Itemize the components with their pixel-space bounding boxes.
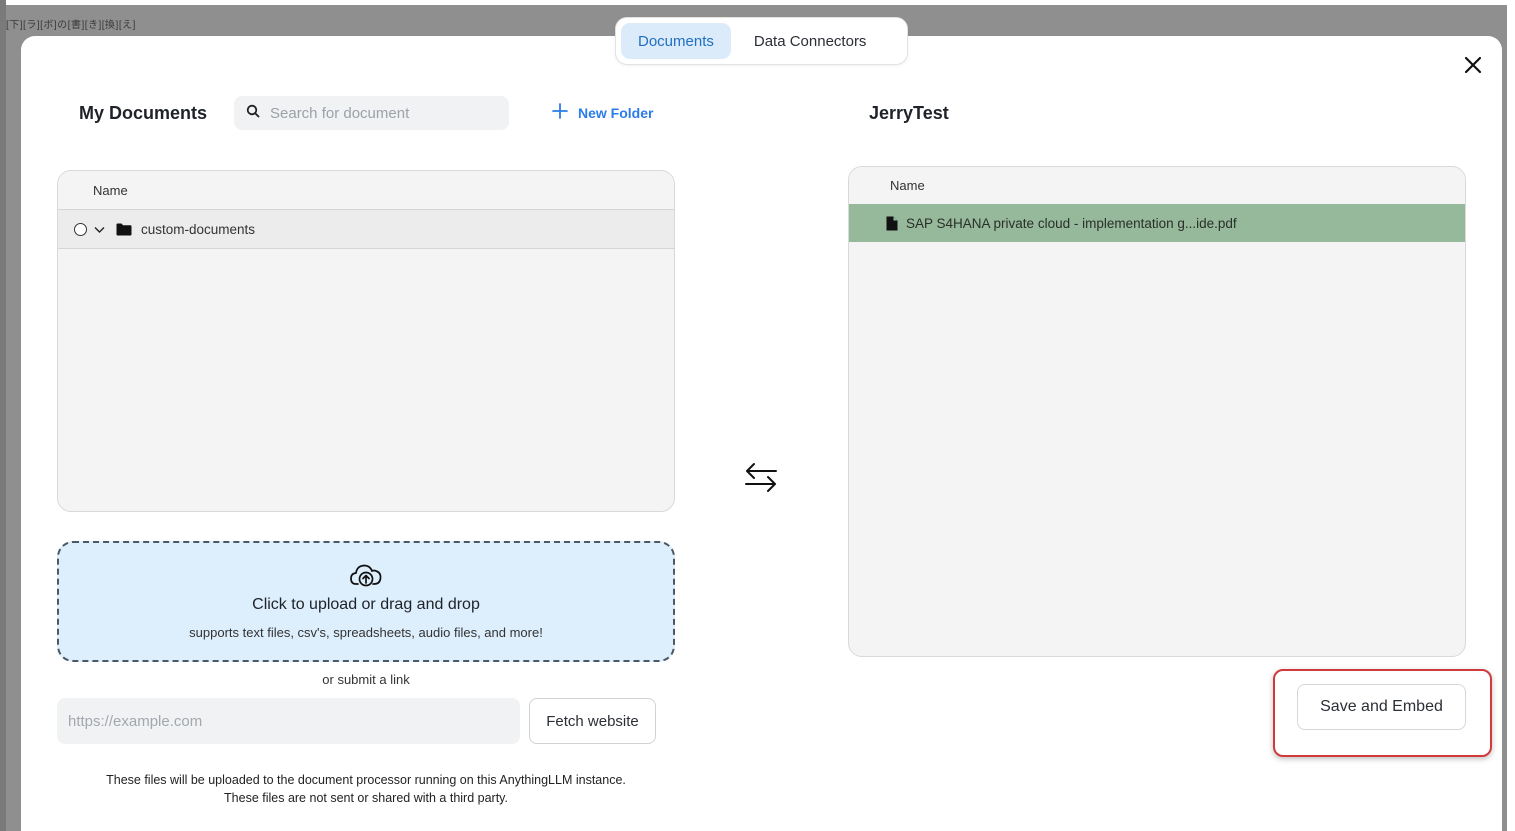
file-name: SAP S4HANA private cloud - implementatio… [906,215,1237,231]
save-and-embed-button[interactable]: Save and Embed [1297,684,1466,730]
name-column-header: Name [58,171,674,209]
swap-arrows-icon[interactable] [742,458,780,496]
file-icon [886,216,898,231]
backdrop-text: [下][ラ][ボ]の[書][き][換][え] [6,20,136,31]
workspace-documents-panel: Name SAP S4HANA private cloud - implemen… [848,166,1466,657]
my-documents-panel: Name custom-documents [57,170,675,512]
or-submit-link-label: or submit a link [322,672,410,687]
upload-title: Click to upload or drag and drop [252,596,480,613]
backdrop-right-edge [1507,0,1515,831]
upload-dropzone[interactable]: Click to upload or drag and drop support… [57,541,675,662]
backdrop-edge [0,0,6,831]
tab-data-connectors[interactable]: Data Connectors [737,23,884,59]
name-column-header: Name [849,167,1465,204]
folder-name: custom-documents [141,221,256,237]
upload-subtitle: supports text files, csv's, spreadsheets… [189,625,543,640]
footnote-line-1: These files will be uploaded to the docu… [106,773,626,787]
footnote-line-2: These files are not sent or shared with … [224,791,508,805]
tab-bar: Documents Data Connectors [615,17,908,65]
folder-icon [116,223,132,236]
search-input[interactable] [270,104,490,122]
close-icon[interactable] [1462,54,1484,76]
url-input[interactable] [57,698,520,744]
search-box[interactable] [234,96,509,130]
search-icon [246,104,260,123]
tab-documents[interactable]: Documents [621,23,731,59]
chevron-down-icon[interactable] [93,223,106,236]
new-folder-button[interactable]: New Folder [551,102,653,123]
new-folder-label: New Folder [578,104,654,121]
upload-footnote: These files will be uploaded to the docu… [57,771,675,807]
folder-row[interactable]: custom-documents [58,209,674,249]
file-row[interactable]: SAP S4HANA private cloud - implementatio… [849,204,1465,242]
plus-icon [551,102,569,123]
cloud-upload-icon [349,562,383,588]
workspace-title: JerryTest [869,103,949,123]
fetch-website-button[interactable]: Fetch website [529,698,656,744]
my-documents-title: My Documents [79,103,208,123]
backdrop-strip [0,0,1515,5]
folder-checkbox[interactable] [74,222,87,236]
